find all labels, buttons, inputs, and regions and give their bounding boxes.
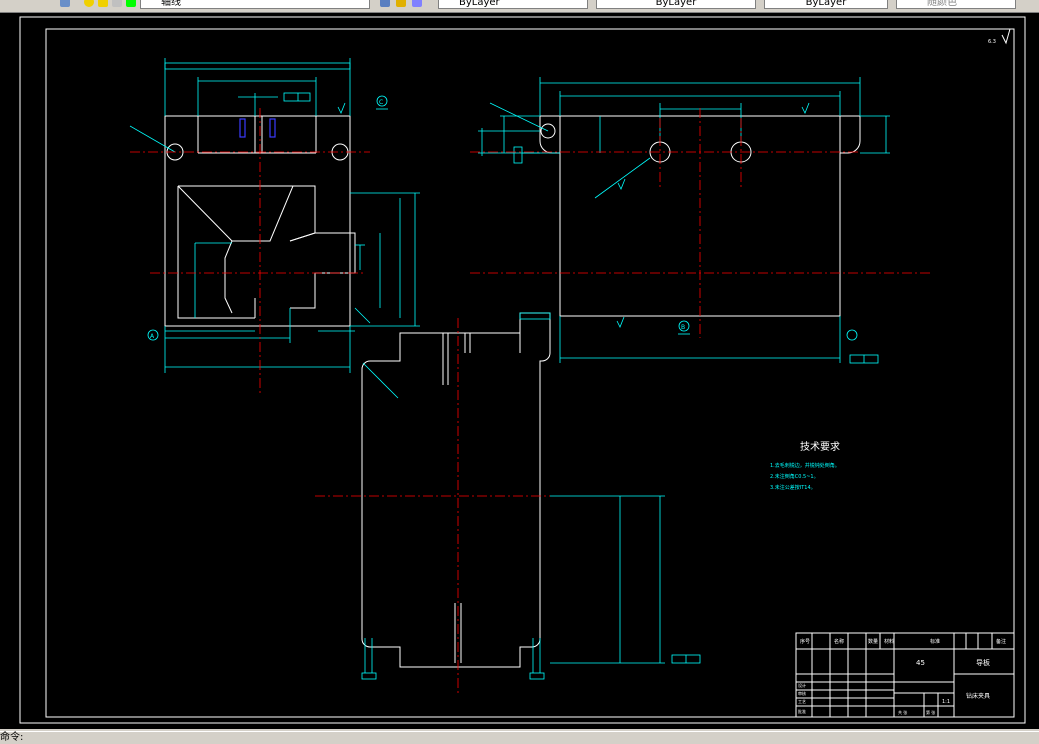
properties-toolbar: 轴线 ByLayer ByLayer ByLayer 随颜色 — [0, 0, 1039, 13]
svg-text:数量: 数量 — [868, 638, 878, 645]
svg-text:备注: 备注 — [996, 638, 1006, 645]
svg-text:工艺: 工艺 — [798, 699, 806, 704]
material-text: 45 — [916, 659, 925, 667]
layer-state-icon[interactable] — [60, 0, 70, 7]
tech-note-3: 3.未注公差按IT14。 — [770, 484, 816, 491]
inner-border — [45, 28, 1015, 718]
part-name-text: 导板 — [976, 658, 990, 667]
lightbulb-icon[interactable] — [84, 0, 94, 7]
svg-text:共 张: 共 张 — [898, 709, 907, 715]
plotstyle-control-dropdown[interactable]: 随颜色 — [896, 0, 1016, 9]
linetype-control-dropdown[interactable]: ByLayer — [596, 0, 756, 9]
tech-note-1: 1.去毛刺锐边，并锐钝处倒角。 — [770, 462, 840, 469]
drawing-canvas[interactable]: 6.3 A C B 技术要求 1.去毛刺锐边，并锐钝处倒角。 2.未注倒角C0.… — [0, 13, 1039, 729]
right-view: B — [470, 77, 930, 364]
tech-note-2: 2.未注倒角C0.5~1。 — [770, 473, 819, 480]
svg-text:标准: 标准 — [930, 638, 940, 645]
corner-roughness-text: 6.3 — [988, 39, 996, 45]
color-control-dropdown[interactable]: ByLayer — [438, 0, 588, 9]
svg-text:名称: 名称 — [834, 638, 844, 645]
svg-text:批准: 批准 — [798, 708, 806, 714]
corner-roughness-symbol — [1001, 28, 1011, 45]
svg-text:C: C — [379, 99, 383, 106]
lineweight-control-dropdown[interactable]: ByLayer — [764, 0, 888, 9]
outer-border — [19, 16, 1026, 724]
drawing-name-text: 钻床夹具 — [966, 692, 990, 700]
command-prompt: 命令: — [0, 732, 24, 743]
title-block: 序号 名称 数量 材料 标准 备注 45 导板 钻床夹具 1:1 设计 审核 工… — [795, 632, 1015, 718]
tech-title: 技术要求 — [800, 440, 840, 453]
layer-match-icon[interactable] — [412, 0, 422, 7]
technical-requirements: 技术要求 1.去毛刺锐边，并锐钝处倒角。 2.未注倒角C0.5~1。 3.未注公… — [770, 440, 840, 491]
drawing-svg: 6.3 A C B 技术要求 1.去毛刺锐边，并锐钝处倒角。 2.未注倒角C0.… — [19, 16, 1026, 724]
make-current-layer-icon[interactable] — [380, 0, 390, 7]
layer-color-icon[interactable] — [126, 0, 136, 7]
svg-text:第 张: 第 张 — [926, 709, 935, 715]
svg-text:审核: 审核 — [798, 690, 806, 696]
lock-icon[interactable] — [112, 0, 122, 7]
left-view: A C — [129, 58, 420, 393]
status-bar: 命令: — [0, 731, 1039, 744]
svg-text:A: A — [150, 333, 155, 340]
svg-text:材料: 材料 — [884, 638, 894, 645]
bottom-view — [315, 312, 701, 693]
layer-previous-icon[interactable] — [396, 0, 406, 7]
sun-icon[interactable] — [98, 0, 108, 7]
svg-text:B: B — [681, 324, 685, 331]
scale-text: 1:1 — [942, 699, 950, 705]
svg-text:序号: 序号 — [800, 638, 810, 645]
svg-text:设计: 设计 — [798, 682, 806, 688]
layer-control-dropdown[interactable]: 轴线 — [140, 0, 370, 9]
